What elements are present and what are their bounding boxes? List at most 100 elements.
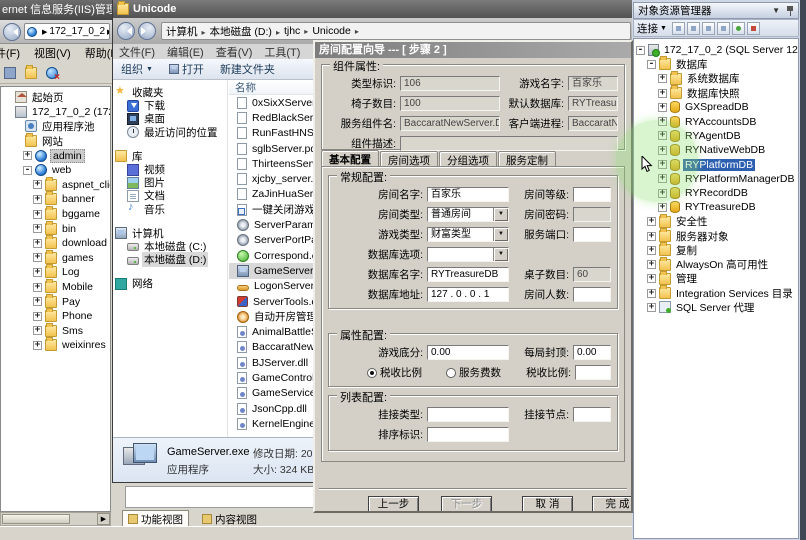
- iis-tree-item[interactable]: - web: [1, 163, 110, 178]
- new-folder-button[interactable]: 新建文件夹: [220, 61, 275, 77]
- open-button[interactable]: 打开: [169, 61, 204, 77]
- expander-icon[interactable]: +: [647, 303, 656, 312]
- expander-icon[interactable]: +: [33, 180, 42, 189]
- sidebar-item[interactable]: 视频: [113, 163, 227, 176]
- expander-icon[interactable]: +: [33, 341, 42, 350]
- iis-tree-item[interactable]: + Log: [1, 265, 110, 280]
- oe-tree-item[interactable]: + GXSpreadDB: [634, 100, 798, 114]
- expander-icon[interactable]: +: [658, 160, 667, 169]
- oe-tree-item[interactable]: + RYRecordDB: [634, 186, 798, 200]
- sidebar-item[interactable]: 图片: [113, 176, 227, 189]
- expander-icon[interactable]: +: [658, 146, 667, 155]
- field-input[interactable]: [427, 407, 509, 422]
- sidebar-item[interactable]: 收藏夹: [113, 86, 227, 99]
- expander-icon[interactable]: +: [33, 210, 42, 219]
- iis-address-field[interactable]: ▶ 172_17_0_2 ▶: [24, 23, 110, 40]
- oe-tree-item[interactable]: + 数据库快照: [634, 86, 798, 100]
- breadcrumb-segment[interactable]: 本地磁盘 (D:): [210, 24, 284, 39]
- wizard-button[interactable]: 完 成: [592, 496, 633, 513]
- oe-tree-item[interactable]: - 172_17_0_2 (SQL Server 12.0.2000: [634, 43, 798, 57]
- expander-icon[interactable]: +: [33, 253, 42, 262]
- expander-icon[interactable]: +: [33, 268, 42, 277]
- oe-tree-item[interactable]: + AlwaysOn 高可用性: [634, 257, 798, 271]
- expander-icon[interactable]: +: [647, 289, 656, 298]
- sidebar-item[interactable]: 库: [113, 150, 227, 163]
- base-score-input[interactable]: 0.00: [427, 345, 509, 360]
- oe-tree-item[interactable]: + Integration Services 目录: [634, 286, 798, 300]
- stop-icon[interactable]: [702, 22, 715, 35]
- iis-tree-item[interactable]: 网站: [1, 134, 110, 149]
- oe-tree-item[interactable]: + 服务器对象: [634, 229, 798, 243]
- sidebar-item[interactable]: 最近访问的位置: [113, 126, 227, 139]
- menu-item[interactable]: 文件(F): [0, 45, 20, 61]
- oe-tree-item[interactable]: + SQL Server 代理: [634, 300, 798, 314]
- organize-button[interactable]: 组织 ▼: [121, 61, 153, 77]
- server-disconnect-icon[interactable]: [687, 22, 700, 35]
- field-input[interactable]: [573, 187, 611, 202]
- expander-icon[interactable]: +: [33, 195, 42, 204]
- filter-icon[interactable]: [717, 22, 730, 35]
- sidebar-item[interactable]: 本地磁盘 (D:): [113, 253, 227, 266]
- oe-tree-item[interactable]: + RYAccountsDB: [634, 114, 798, 128]
- expander-icon[interactable]: +: [647, 217, 656, 226]
- error-log-icon[interactable]: [747, 22, 760, 35]
- expander-icon[interactable]: +: [33, 312, 42, 321]
- iis-tree-item[interactable]: + Pay: [1, 294, 110, 309]
- sidebar-item[interactable]: 网络: [113, 277, 227, 290]
- field-input[interactable]: [573, 287, 611, 302]
- oe-tree-item[interactable]: + 复制: [634, 243, 798, 257]
- wizard-button[interactable]: 下一步: [441, 496, 492, 513]
- iis-tree-item[interactable]: + bggame: [1, 207, 110, 222]
- component-desc-input[interactable]: [400, 136, 618, 151]
- folder-icon[interactable]: [25, 67, 37, 79]
- oe-tree-item[interactable]: + 管理: [634, 272, 798, 286]
- sidebar-item[interactable]: 本地磁盘 (C:): [113, 240, 227, 253]
- expander-icon[interactable]: +: [23, 151, 32, 160]
- iis-tree-item[interactable]: + banner: [1, 192, 110, 207]
- tab[interactable]: 服务定制: [498, 151, 556, 167]
- iis-tree-item[interactable]: 起始页: [1, 90, 110, 105]
- field-input[interactable]: [573, 227, 611, 242]
- sidebar-item[interactable]: 下载: [113, 99, 227, 112]
- round-cap-input[interactable]: 0.00: [573, 345, 611, 360]
- expander-icon[interactable]: +: [658, 131, 667, 140]
- disk-icon[interactable]: [4, 67, 16, 79]
- expander-icon[interactable]: +: [658, 174, 667, 183]
- iis-tree-item[interactable]: + aspnet_client: [1, 178, 110, 193]
- breadcrumb-segment[interactable]: Unicode: [312, 25, 363, 37]
- iis-tree-item[interactable]: 应用程序池: [1, 119, 110, 134]
- field-input[interactable]: [573, 407, 611, 422]
- expander-icon[interactable]: +: [33, 297, 42, 306]
- back-button[interactable]: [117, 22, 135, 40]
- chevron-down-icon[interactable]: ▼: [772, 6, 780, 15]
- field-input[interactable]: RYTreasureDB: [568, 96, 618, 111]
- tax-ratio-input[interactable]: [575, 365, 611, 380]
- field-input[interactable]: 普通房间: [427, 207, 509, 222]
- connect-button[interactable]: 连接: [637, 21, 658, 36]
- back-button[interactable]: [3, 23, 21, 41]
- field-input[interactable]: 财富类型: [427, 227, 509, 242]
- field-input[interactable]: BaccaratNew.EXE: [568, 116, 618, 131]
- tax-ratio-radio[interactable]: [367, 368, 377, 378]
- tab[interactable]: 基本配置: [321, 150, 379, 167]
- menu-item[interactable]: 文件(F): [119, 44, 155, 60]
- expander-icon[interactable]: +: [647, 260, 656, 269]
- refresh-icon[interactable]: [732, 22, 745, 35]
- expander-icon[interactable]: +: [658, 117, 667, 126]
- wizard-button[interactable]: 上一步: [368, 496, 419, 513]
- expander-icon[interactable]: -: [647, 60, 656, 69]
- field-input[interactable]: [427, 427, 509, 442]
- oe-tree-item[interactable]: + RYPlatformManagerDB: [634, 172, 798, 186]
- field-input[interactable]: 百家乐: [568, 76, 618, 91]
- field-input[interactable]: [573, 207, 611, 222]
- sidebar-item[interactable]: 计算机: [113, 227, 227, 240]
- field-input[interactable]: [427, 247, 509, 262]
- iis-tree-item[interactable]: + Phone: [1, 309, 110, 324]
- field-input[interactable]: 100: [400, 96, 500, 111]
- oe-tree-item[interactable]: + RYPlatformDB: [634, 157, 798, 171]
- iis-tree-item[interactable]: + bin: [1, 221, 110, 236]
- iis-tree-item[interactable]: 172_17_0_2 (172_17_0_2\Ad: [1, 105, 110, 120]
- service-fee-radio[interactable]: [446, 368, 456, 378]
- menu-item[interactable]: 查看(V): [216, 44, 253, 60]
- sidebar-item[interactable]: 桌面: [113, 112, 227, 125]
